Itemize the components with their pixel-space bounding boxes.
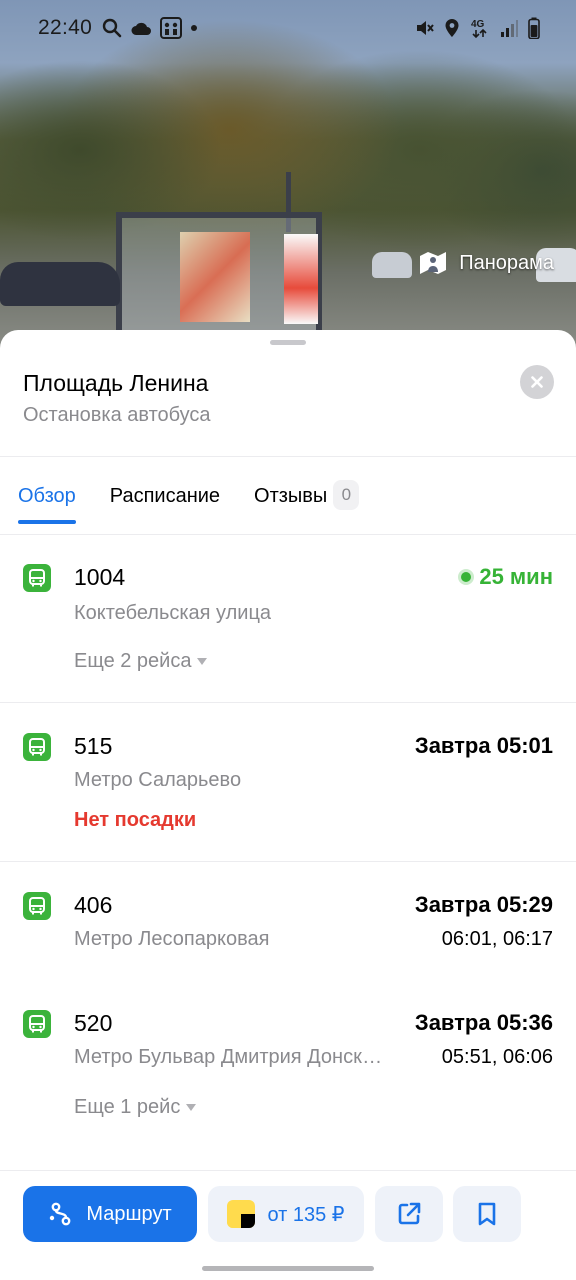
more-trips-label: Еще 1 рейс <box>74 1096 181 1118</box>
status-bar: 22:40 4G <box>0 0 576 56</box>
chevron-down-icon <box>197 657 208 665</box>
route-row[interactable]: 1004 25 мин Коктебельская улица Еще 2 ре… <box>0 562 576 702</box>
divider <box>0 861 576 862</box>
stop-card: Площадь Ленина Остановка автобуса Обзор … <box>0 330 576 1280</box>
panorama-icon <box>420 252 447 274</box>
tab-bar: Обзор Расписание Отзывы 0 <box>18 480 393 524</box>
share-icon <box>398 1202 421 1225</box>
cloud-icon <box>131 22 152 35</box>
route-number: 520 <box>74 1010 113 1036</box>
route-next-times: 05:51, 06:06 <box>441 1046 553 1068</box>
live-indicator-icon <box>461 572 472 582</box>
dot-icon <box>191 25 198 31</box>
search-icon <box>102 18 122 38</box>
reviews-count-badge: 0 <box>333 480 360 510</box>
more-trips-toggle[interactable]: Еще 1 рейс <box>74 1096 197 1119</box>
battery-icon <box>528 17 540 39</box>
taxi-button[interactable]: от 135 ₽ <box>208 1186 364 1242</box>
chevron-down-icon <box>186 1103 197 1111</box>
tab-reviews-label: Отзывы <box>254 485 328 507</box>
sheet-grabber[interactable] <box>270 340 306 345</box>
route-icon <box>50 1202 71 1226</box>
route-time-label: 25 мин <box>479 564 553 589</box>
route-number: 515 <box>74 733 113 759</box>
panorama-label: Панорама <box>459 251 554 274</box>
signal-icon <box>501 20 518 37</box>
photo-poster-2 <box>284 234 318 324</box>
route-arrival-time: Завтра 05:29 <box>414 892 553 917</box>
bookmark-icon <box>478 1202 496 1226</box>
stop-subtitle: Остановка автобуса <box>23 404 211 426</box>
mute-icon <box>417 21 434 35</box>
app-notification-icon <box>160 17 183 39</box>
svg-text:4G: 4G <box>471 19 485 30</box>
route-number: 1004 <box>74 564 126 590</box>
bus-icon <box>23 892 51 920</box>
bus-icon <box>23 1010 51 1038</box>
route-destination: Метро Лесопарковая <box>74 928 270 950</box>
route-button-label: Маршрут <box>86 1202 172 1225</box>
divider <box>0 534 576 535</box>
route-arrival-time: Завтра 05:36 <box>414 1010 553 1035</box>
route-destination: Коктебельская улица <box>74 602 272 624</box>
route-row[interactable]: 406 Завтра 05:29 Метро Лесопарковая 06:0… <box>0 890 576 1000</box>
route-destination: Метро Бульвар Дмитрия Донского <box>74 1046 386 1068</box>
tab-overview-label: Обзор <box>18 485 76 507</box>
network-4g-icon: 4G <box>471 19 487 39</box>
status-time: 22:40 <box>38 16 93 39</box>
taxi-logo-icon <box>227 1200 256 1228</box>
panorama-button[interactable]: Панорама <box>417 246 554 280</box>
tab-reviews[interactable]: Отзывы 0 <box>254 480 360 524</box>
divider <box>0 702 576 703</box>
route-button[interactable]: Маршрут <box>23 1186 197 1242</box>
tab-schedule-label: Расписание <box>109 485 221 507</box>
route-destination: Метро Саларьево <box>74 769 242 791</box>
close-icon <box>531 376 543 388</box>
taxi-price-label: от 135 ₽ <box>267 1203 345 1226</box>
tab-overview[interactable]: Обзор <box>18 480 76 524</box>
route-row[interactable]: 520 Завтра 05:36 Метро Бульвар Дмитрия Д… <box>0 1008 576 1148</box>
tab-schedule[interactable]: Расписание <box>110 480 220 524</box>
photo-car <box>372 252 412 278</box>
home-indicator[interactable] <box>202 1266 374 1271</box>
photo-car <box>0 262 120 306</box>
stop-title: Площадь Ленина <box>23 370 209 396</box>
action-bar: Маршрут от 135 ₽ <box>0 1186 576 1242</box>
divider <box>0 1170 576 1171</box>
divider <box>0 456 576 457</box>
location-icon <box>445 19 459 37</box>
close-button[interactable] <box>520 365 554 399</box>
bus-icon <box>23 733 51 761</box>
photo-poster <box>180 232 250 322</box>
route-next-times: 06:01, 06:17 <box>441 928 553 950</box>
route-arrival-live: 25 мин <box>461 564 553 590</box>
more-trips-label: Еще 2 рейса <box>74 650 192 672</box>
route-arrival-time: Завтра 05:01 <box>414 733 553 758</box>
share-button[interactable] <box>375 1186 443 1242</box>
bookmark-button[interactable] <box>453 1186 521 1242</box>
no-boarding-warning: Нет посадки <box>74 809 197 831</box>
more-trips-toggle[interactable]: Еще 2 рейса <box>74 650 208 673</box>
route-number: 406 <box>74 892 113 918</box>
bus-icon <box>23 564 51 592</box>
route-row[interactable]: 515 Завтра 05:01 Метро Саларьево Нет пос… <box>0 731 576 859</box>
